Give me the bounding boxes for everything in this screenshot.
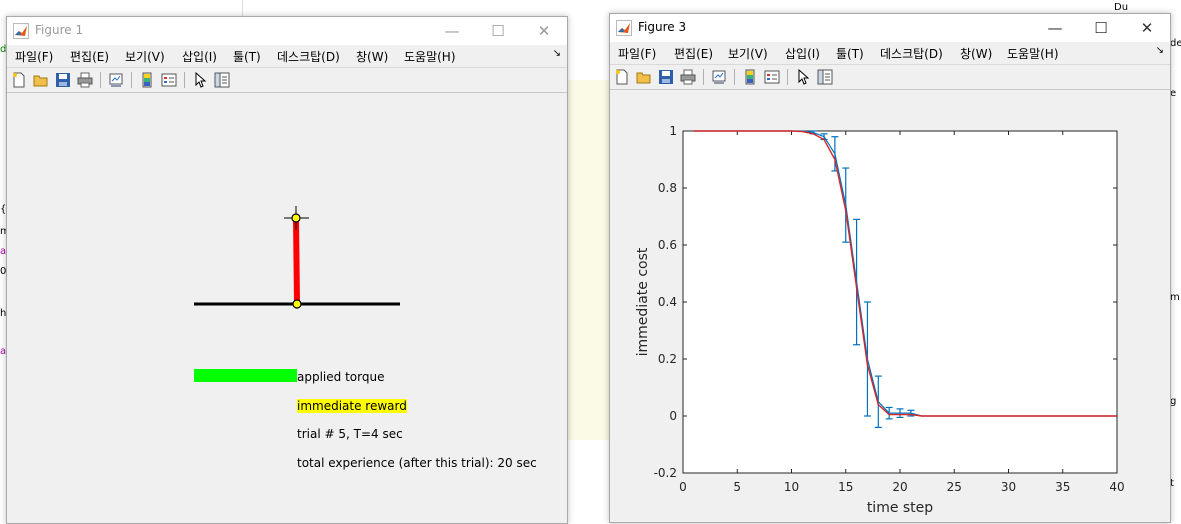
x-tick-label: 0	[679, 480, 687, 494]
reward-label: immediate reward	[297, 399, 407, 413]
menu-window[interactable]: 창(W)	[356, 48, 388, 65]
print-icon[interactable]	[76, 71, 94, 89]
figure1-title: Figure 1	[35, 23, 84, 37]
x-tick-label: 15	[838, 480, 853, 494]
menu-file[interactable]: 파일(F)	[15, 48, 53, 65]
menu-view[interactable]: 보기(V)	[125, 48, 165, 65]
y-tick-label: -0.2	[654, 466, 677, 480]
menu-help[interactable]: 도움말(H)	[404, 48, 456, 65]
right-panel-item: de	[1170, 38, 1181, 49]
x-tick-label: 30	[1001, 480, 1016, 494]
y-tick-label: 0.2	[658, 352, 677, 366]
x-axis-label: time step	[867, 500, 933, 516]
figure3-window: Figure 3 — ☐ ✕ 파일(F) 편집(E) 보기(V) 삽입(I) 툴…	[609, 13, 1171, 523]
toolbar-separator	[131, 72, 132, 88]
experience-label: total experience (after this trial): 20 …	[297, 456, 537, 470]
minimize-button[interactable]: —	[429, 17, 475, 45]
y-axis-label: immediate cost	[635, 247, 651, 356]
pendulum-rod	[293, 217, 300, 305]
y-tick-label: 0.4	[658, 295, 677, 309]
close-button[interactable]: ✕	[521, 17, 567, 45]
edit-plot-arrow-icon[interactable]	[191, 71, 209, 89]
y-tick-label: 0.6	[658, 238, 677, 252]
figure1-menubar: 파일(F) 편집(E) 보기(V) 삽입(I) 툴(T) 데스크탑(D) 창(W…	[7, 45, 567, 67]
menu-edit[interactable]: 편집(E)	[70, 48, 109, 65]
legend-icon[interactable]	[160, 71, 178, 89]
trial-label: trial # 5, T=4 sec	[297, 427, 403, 441]
right-panel-item: m	[1170, 292, 1180, 303]
figure1-toolbar	[7, 67, 567, 93]
y-tick-label: 0	[669, 409, 677, 423]
torque-label: applied torque	[297, 370, 385, 384]
figure1-titlebar[interactable]: Figure 1 — ☐ ✕	[7, 17, 567, 45]
figure1-window: Figure 1 — ☐ ✕ 파일(F) 편집(E) 보기(V) 삽입(I) 툴…	[6, 16, 568, 524]
property-inspector-icon[interactable]	[213, 71, 231, 89]
x-tick-label: 20	[892, 480, 907, 494]
toolbar-separator	[184, 72, 185, 88]
x-tick-label: 35	[1055, 480, 1070, 494]
y-tick-label: 1	[669, 124, 677, 138]
maximize-button[interactable]: ☐	[475, 17, 521, 45]
plot-area	[682, 130, 1118, 474]
x-tick-label: 10	[784, 480, 799, 494]
colorbar-icon[interactable]	[138, 71, 156, 89]
y-tick-label: 0.8	[658, 181, 677, 195]
open-file-icon[interactable]	[32, 71, 50, 89]
menu-desktop[interactable]: 데스크탑(D)	[277, 48, 340, 65]
x-tick-label: 25	[947, 480, 962, 494]
x-tick-label: 5	[733, 480, 741, 494]
cart-pivot-joint	[292, 299, 302, 309]
pendulum-tip-joint	[291, 213, 301, 223]
toolbar-separator	[100, 72, 101, 88]
right-panel-item[interactable]: Du	[1114, 2, 1128, 13]
torque-bar	[194, 369, 297, 382]
x-tick-label: 40	[1109, 480, 1124, 494]
menu-tools[interactable]: 툴(T)	[233, 48, 261, 65]
background-divider	[242, 0, 243, 16]
new-figure-icon[interactable]	[10, 71, 28, 89]
matlab-logo-icon	[13, 23, 29, 39]
link-plot-icon[interactable]	[107, 71, 125, 89]
save-icon[interactable]	[54, 71, 72, 89]
immediate-cost-chart: 0 5 10 15 20 25 30 35 40 -0.200.20.40.60.81 time…	[635, 124, 1125, 516]
menu-insert[interactable]: 삽입(I)	[182, 48, 217, 65]
menubar-overflow-icon[interactable]: ↘	[553, 48, 561, 59]
